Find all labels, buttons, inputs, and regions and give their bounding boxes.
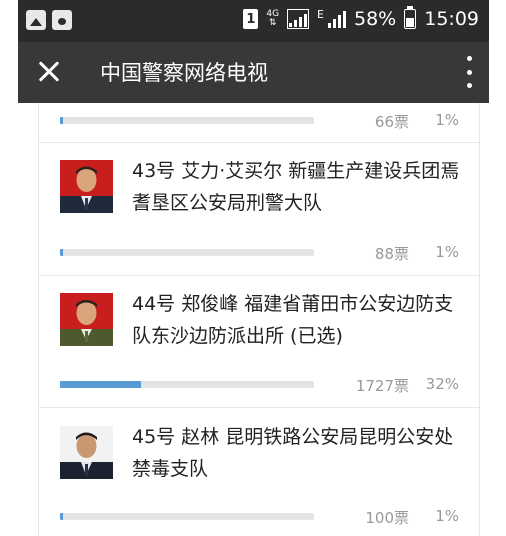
clock: 15:09 [424,8,479,30]
divider [39,275,479,276]
vote-count: 66票 [374,113,409,131]
avatar [60,293,113,346]
divider [39,142,479,143]
vote-bar-fill [60,249,63,256]
divider [39,407,479,408]
vote-list: 66票 1% 43号 艾力·艾买尔 新疆生产建设兵团焉耆垦区公安局刑警大队 88… [38,103,480,536]
vote-bar-fill [60,381,141,388]
vote-row-prev: 66票 1% [39,111,479,131]
candidate-43[interactable]: 43号 艾力·艾买尔 新疆生产建设兵团焉耆垦区公安局刑警大队 [39,155,479,235]
vote-row-43: 88票 1% [39,243,479,263]
status-bar: 1 4G ⇅ E 58% 15:09 [18,0,489,42]
candidate-name: 43号 艾力·艾买尔 新疆生产建设兵团焉耆垦区公安局刑警大队 [132,160,460,214]
edge-label: E [317,8,324,21]
battery-percent: 58% [354,8,397,30]
avatar [60,426,113,479]
battery-icon [404,6,417,29]
phone-screen: 1 4G ⇅ E 58% 15:09 中国警察网络电视 66票 1% 43号 艾… [18,0,489,536]
avatar [60,160,113,213]
vote-percent: 32% [425,375,459,393]
signal-icon-2 [328,10,346,28]
app-bar: 中国警察网络电视 [18,42,489,103]
page-title: 中国警察网络电视 [100,61,268,85]
vote-count: 100票 [365,509,409,527]
candidate-44[interactable]: 44号 郑俊峰 福建省莆田市公安边防支队东沙边防派出所 (已选) [39,288,479,368]
candidate-45[interactable]: 45号 赵林 昆明铁路公安局昆明公安处禁毒支队 [39,421,479,501]
sim-badge: 1 [243,9,259,29]
vote-count: 1727票 [355,377,409,395]
more-vert-icon[interactable] [463,56,475,88]
vote-percent: 1% [435,243,459,261]
vote-count: 88票 [374,245,409,263]
vote-row-44: 1727票 32% [39,375,479,395]
candidate-name: 45号 赵林 昆明铁路公安局昆明公安处禁毒支队 [132,426,454,480]
vote-percent: 1% [435,111,459,129]
status-right: 1 4G ⇅ E 58% 15:09 [243,6,479,30]
vote-percent: 1% [435,507,459,525]
vote-bar [60,249,314,256]
vote-bar [60,513,314,520]
close-icon[interactable] [34,57,64,87]
gallery-icon [26,10,46,30]
vote-bar [60,381,314,388]
vote-row-45: 100票 1% [39,507,479,527]
vote-bar [60,117,314,124]
network-arrows-icon: ⇅ [268,18,277,28]
network-type: 4G ⇅ [266,10,279,28]
vote-bar-fill [60,513,63,520]
signal-icon [287,9,310,29]
vote-bar-fill [60,117,63,124]
paw-icon [52,10,72,30]
candidate-name: 44号 郑俊峰 福建省莆田市公安边防支队东沙边防派出所 (已选) [132,293,454,347]
notification-icons [26,10,72,30]
